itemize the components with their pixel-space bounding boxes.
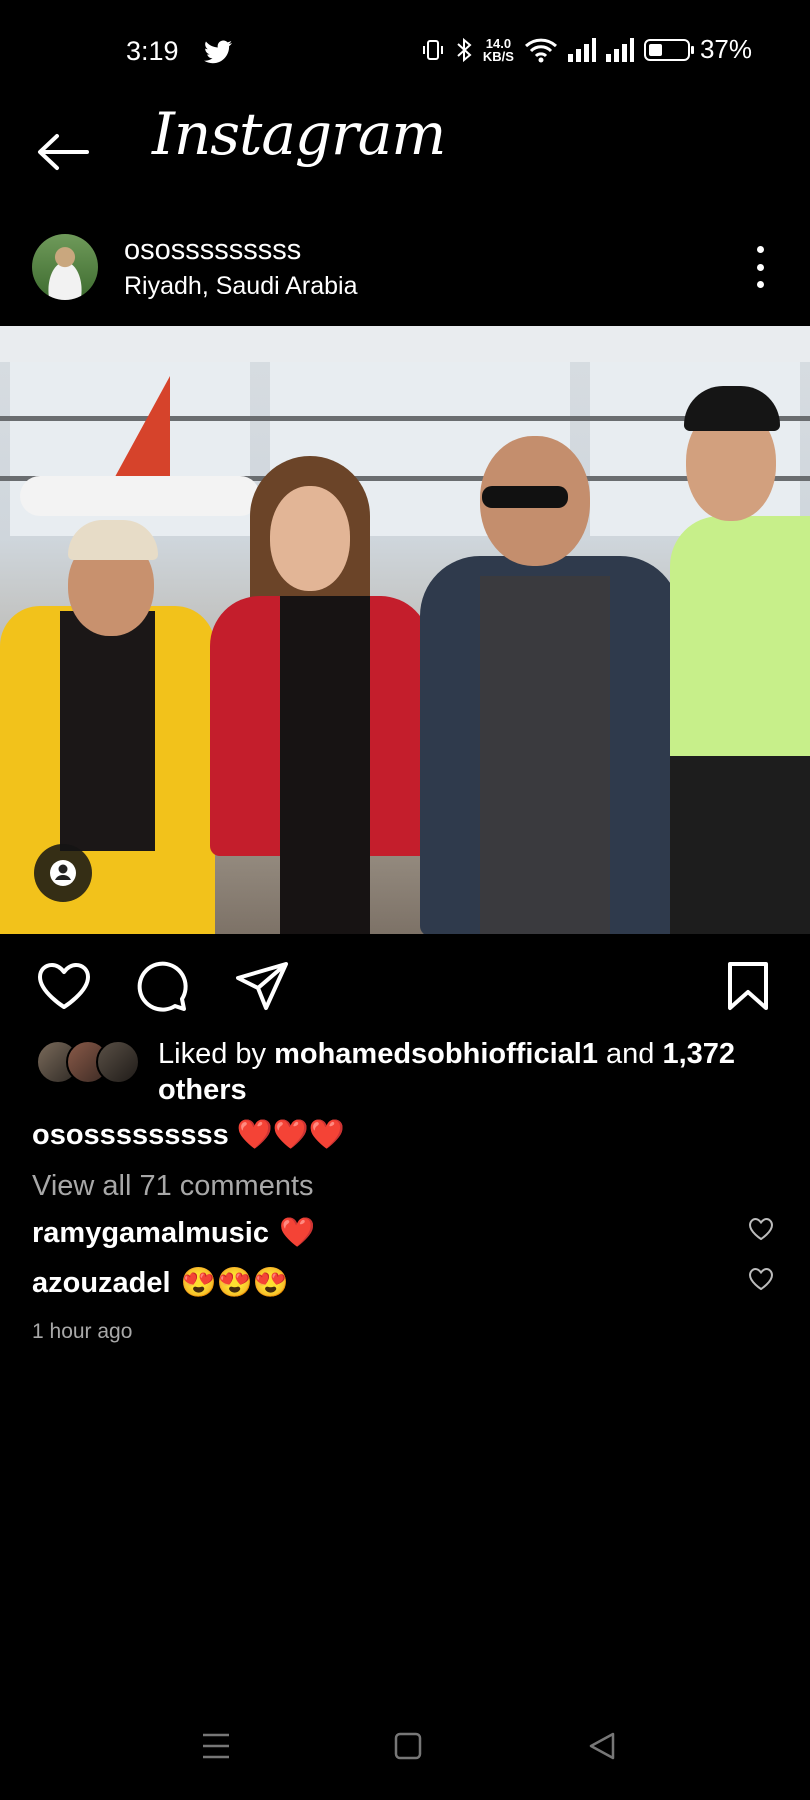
net-speed: 14.0 KB/S <box>483 37 514 63</box>
more-options-button[interactable] <box>742 246 778 288</box>
wifi-icon <box>524 38 557 62</box>
author-username[interactable]: ososssssssss <box>124 234 301 267</box>
black-pants <box>670 756 810 934</box>
author-avatar[interactable] <box>32 234 98 300</box>
sunglasses <box>482 486 568 508</box>
person-icon <box>50 860 76 886</box>
status-right-group: 14.0 KB/S 37% <box>421 34 752 65</box>
save-icon <box>728 962 768 1010</box>
more-dot-icon <box>756 281 764 288</box>
lime-jacket <box>670 516 810 766</box>
back-button[interactable] <box>30 120 94 184</box>
bluetooth-icon <box>457 37 472 62</box>
share-icon <box>236 962 288 1010</box>
like-button[interactable] <box>36 958 92 1014</box>
likes-prefix: Liked by <box>158 1038 267 1070</box>
comment-username[interactable]: azouzadel <box>32 1267 171 1299</box>
comment-icon <box>137 961 188 1012</box>
nav-home-button[interactable] <box>388 1726 428 1766</box>
cap <box>684 386 780 431</box>
person-denim-jacket <box>420 416 680 934</box>
comment-like-button[interactable] <box>746 1264 776 1294</box>
vibrate-icon <box>422 39 443 60</box>
person-lime-jacket <box>670 376 810 934</box>
signal-icon <box>567 37 596 62</box>
post-timestamp: 1 hour ago <box>32 1320 133 1343</box>
like-icon <box>38 963 90 1009</box>
caption-username[interactable]: ososssssssss <box>32 1119 229 1151</box>
share-button[interactable] <box>234 958 290 1014</box>
comment-text: 😍😍😍 <box>180 1267 289 1299</box>
save-button[interactable] <box>720 958 776 1014</box>
black-shirt <box>60 611 155 851</box>
heart-outline-icon <box>748 1217 774 1241</box>
back-arrow-icon <box>38 134 89 170</box>
tagged-people-button[interactable] <box>34 844 92 902</box>
more-dot-icon <box>756 246 764 253</box>
comment-item: azouzadel 😍😍😍 <box>32 1266 289 1300</box>
liker-avatar <box>96 1040 140 1084</box>
status-bar: 3:19 14.0 KB/S 37% <box>0 0 810 100</box>
black-outfit <box>280 596 370 934</box>
net-speed-unit: KB/S <box>482 48 514 64</box>
status-time: 3:19 <box>126 36 179 66</box>
post-photo[interactable] <box>0 326 810 934</box>
ceiling <box>0 326 810 362</box>
tracksuit <box>480 576 610 934</box>
more-dot-icon <box>756 263 764 271</box>
person-red-jacket <box>210 446 430 934</box>
comment-button[interactable] <box>134 958 190 1014</box>
heart-outline-icon <box>748 1267 774 1291</box>
battery-icon <box>643 38 694 61</box>
airplane-tail <box>110 376 170 486</box>
cap <box>68 520 158 560</box>
post-caption: ososssssssss ❤️❤️❤️ <box>32 1118 345 1152</box>
comment-text: ❤️ <box>279 1217 316 1249</box>
twitter-icon <box>204 40 232 64</box>
likes-summary[interactable]: Liked by mohamedsobhiofficial1 and 1,372… <box>158 1036 778 1108</box>
back-icon <box>589 1732 615 1760</box>
menu-icon <box>203 1733 229 1759</box>
net-speed-value: 14.0 <box>485 35 512 51</box>
post-location[interactable]: Riyadh, Saudi Arabia <box>124 272 357 301</box>
person-yellow-jacket <box>0 520 215 934</box>
likes-connector: and <box>606 1038 655 1070</box>
nav-back-button[interactable] <box>582 1726 622 1766</box>
liker-avatars[interactable] <box>36 1040 144 1084</box>
comment-item: ramygamalmusic ❤️ <box>32 1216 315 1250</box>
app-logo: Instagram <box>152 100 446 168</box>
caption-text: ❤️❤️❤️ <box>236 1119 346 1151</box>
likes-user[interactable]: mohamedsobhiofficial1 <box>274 1038 598 1070</box>
comment-username[interactable]: ramygamalmusic <box>32 1217 269 1249</box>
view-all-comments-link[interactable]: View all 71 comments <box>32 1170 314 1203</box>
comment-like-button[interactable] <box>746 1214 776 1244</box>
nav-menu-button[interactable] <box>196 1726 236 1766</box>
home-icon <box>394 1732 422 1760</box>
signal-icon <box>605 37 634 62</box>
battery-percent: 37% <box>699 34 752 64</box>
face <box>270 486 350 591</box>
